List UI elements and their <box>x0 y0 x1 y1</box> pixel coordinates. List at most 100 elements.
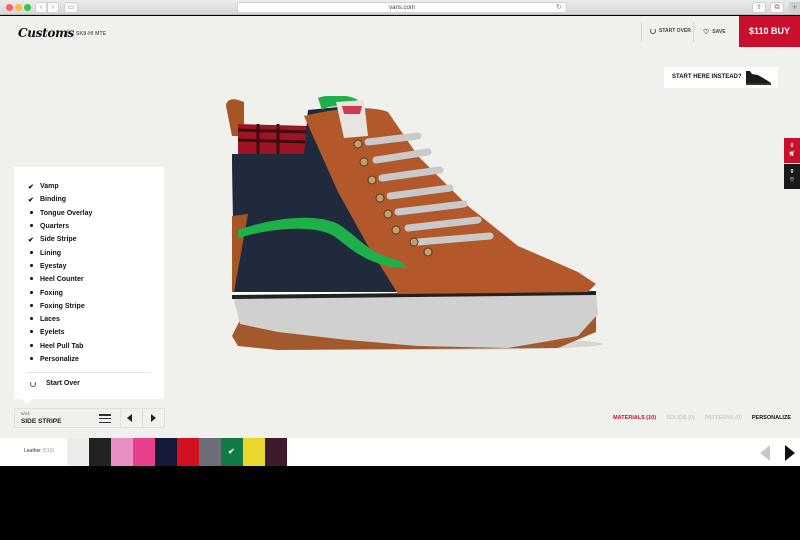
color-swatch-navy[interactable] <box>155 438 177 466</box>
swatch-next-button[interactable] <box>785 445 795 461</box>
sidebar-toggle-icon[interactable]: ▭ <box>64 2 78 13</box>
menu-item-label: Binding <box>40 196 67 204</box>
tabs-overview-icon[interactable]: ⧉ <box>770 2 784 13</box>
filter-tab: PATTERNS (0) <box>704 415 742 421</box>
cart-icon: 🛒︎ <box>788 151 796 157</box>
menu-item-label: Heel Pull Tab <box>40 342 84 350</box>
menu-item-label: Laces <box>40 316 60 324</box>
menu-item[interactable]: Foxing <box>28 286 92 299</box>
address-bar[interactable]: vans.com ↻ <box>237 2 567 13</box>
bullet-icon <box>28 250 40 257</box>
filter-tab[interactable]: PERSONALIZE <box>752 415 791 421</box>
bullet-icon <box>28 329 40 336</box>
heart-icon: ♡ <box>789 177 795 183</box>
favorites-count: 0 <box>790 169 794 175</box>
step-divider <box>120 409 121 427</box>
bullet-icon <box>28 290 40 297</box>
start-here-label: START HERE INSTEAD? <box>672 74 742 80</box>
new-tab-button[interactable]: + <box>789 2 800 14</box>
material-name: Leather <box>24 448 41 454</box>
bullet-icon <box>28 276 40 283</box>
color-swatch-red[interactable] <box>177 438 199 466</box>
menu-item[interactable]: Lining <box>28 246 92 259</box>
menu-pointer <box>22 399 32 404</box>
menu-start-over-button[interactable]: Start Over <box>30 380 80 387</box>
bullet-icon <box>28 263 40 270</box>
color-swatch-black[interactable] <box>89 438 111 466</box>
menu-divider <box>27 372 151 373</box>
next-step-button[interactable] <box>151 414 156 422</box>
color-swatch-green[interactable]: ✔ <box>221 438 243 466</box>
start-over-button[interactable]: START OVER <box>650 28 691 34</box>
bullet-icon <box>28 223 40 230</box>
back-button[interactable]: ‹ <box>35 2 47 13</box>
swatch-prev-button[interactable] <box>760 445 770 461</box>
favorites-tab[interactable]: 0 ♡ <box>784 164 800 189</box>
swatch-list: ✔ <box>67 438 287 466</box>
menu-item[interactable]: Eyelets <box>28 326 92 339</box>
breadcrumb-model: SK8-HI MTE <box>76 31 107 37</box>
header-divider <box>641 22 642 42</box>
menu-item-label: Side Stripe <box>40 236 77 244</box>
shoe-preview[interactable] <box>218 96 603 356</box>
share-icon[interactable]: ⇧ <box>752 2 766 13</box>
menu-item[interactable]: ✔ Side Stripe <box>28 233 92 246</box>
menu-toggle-icon[interactable] <box>99 414 111 423</box>
color-swatch-white[interactable] <box>67 438 89 466</box>
previous-step-button[interactable] <box>127 414 132 422</box>
customizer-page: Customs / SK8-HI MTE START OVER ♡ SAVE $… <box>0 16 800 438</box>
menu-item[interactable]: Laces <box>28 313 92 326</box>
bullet-icon <box>28 356 40 363</box>
menu-item[interactable]: ✔ Vamp <box>28 180 92 193</box>
heart-icon: ♡ <box>703 29 710 36</box>
menu-item[interactable]: Eyestay <box>28 260 92 273</box>
zoom-window-button[interactable] <box>24 4 31 11</box>
check-icon: ✔ <box>228 447 235 456</box>
cart-tab[interactable]: 0 🛒︎ <box>784 138 800 163</box>
menu-item[interactable]: Heel Pull Tab <box>28 340 92 353</box>
forward-button[interactable]: › <box>47 2 59 13</box>
menu-item[interactable]: ✔ Binding <box>28 193 92 206</box>
start-over-label: START OVER <box>659 28 691 34</box>
color-swatch-yellow[interactable] <box>243 438 265 466</box>
start-here-instead-button[interactable]: START HERE INSTEAD? <box>664 67 778 88</box>
menu-item-label: Tongue Overlay <box>40 209 93 217</box>
bullet-icon <box>28 210 40 217</box>
check-icon: ✔ <box>28 196 34 204</box>
breadcrumb-separator: / <box>66 28 69 38</box>
menu-item-label: Foxing Stripe <box>40 302 85 310</box>
parts-list: ✔ Vamp ✔ Binding Tongue Overlay Quarters ✔ Side… <box>28 180 92 366</box>
buy-button[interactable]: $110 BUY <box>739 16 800 47</box>
menu-start-over-label: Start Over <box>46 380 80 387</box>
save-label: SAVE <box>712 29 726 35</box>
step-navigator: 5/14 SIDE STRIPE <box>14 408 165 428</box>
reload-icon[interactable]: ↻ <box>556 3 562 13</box>
browser-toolbar: ‹ › ▭ vans.com ↻ ⇧ ⧉ + <box>0 0 800 15</box>
menu-item[interactable]: Quarters <box>28 220 92 233</box>
swatch-bar: Leather (510) ✔ <box>0 438 800 466</box>
menu-item-label: Eyelets <box>40 329 65 337</box>
color-swatch-hot-pink[interactable] <box>133 438 155 466</box>
step-name: SIDE STRIPE <box>21 418 62 425</box>
step-count: 5/14 <box>21 411 30 416</box>
menu-item-label: Personalize <box>40 356 79 363</box>
menu-item[interactable]: Foxing Stripe <box>28 300 92 313</box>
minimize-window-button[interactable] <box>15 4 22 11</box>
material-count: (510) <box>42 448 55 454</box>
close-window-button[interactable] <box>6 4 13 11</box>
menu-item-label: Heel Counter <box>40 276 84 284</box>
bullet-icon <box>28 343 40 350</box>
filter-tab[interactable]: MATERIALS (10) <box>613 415 656 421</box>
menu-item-label: Eyestay <box>40 262 67 270</box>
menu-item[interactable]: Personalize <box>28 353 92 366</box>
header-divider <box>693 22 694 42</box>
menu-item[interactable]: Tongue Overlay <box>28 207 92 220</box>
color-swatch-pink[interactable] <box>111 438 133 466</box>
filter-tab: SOLIDS (0) <box>666 415 695 421</box>
menu-item[interactable]: Heel Counter <box>28 273 92 286</box>
color-swatch-gray[interactable] <box>199 438 221 466</box>
save-button[interactable]: ♡ SAVE <box>703 28 726 36</box>
menu-item-label: Quarters <box>40 223 70 231</box>
color-swatch-burgundy[interactable] <box>265 438 287 466</box>
cart-count: 0 <box>790 143 794 149</box>
